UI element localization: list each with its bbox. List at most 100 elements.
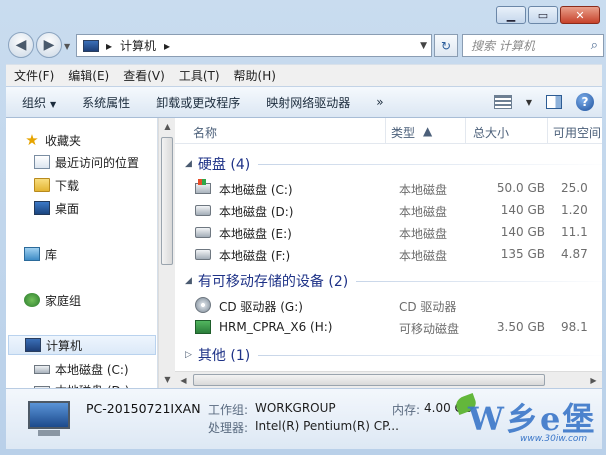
drive-type: 本地磁盘 (399, 227, 448, 241)
scrollbar-thumb[interactable] (161, 137, 173, 265)
more-commands-button[interactable]: » (376, 95, 383, 109)
explorer-window: ▁ ▭ ✕ ◀ ▶ ▼ ▸ 计算机 ▸ ▼ ↻ 搜索 计算机 ⌕ 文件(F) 编… (0, 0, 606, 455)
refresh-icon: ↻ (440, 38, 452, 53)
column-header-type[interactable]: 类型 (391, 124, 415, 141)
group-header-removable-storage[interactable]: ◢ 有可移动存储的设备 (2) (175, 270, 602, 292)
table-row[interactable]: HRM_CPRA_X6 (H:) 可移动磁盘 3.50 GB 98.1 (175, 317, 602, 338)
group-header-hard-disks[interactable]: ◢ 硬盘 (4) (175, 153, 602, 175)
menu-help[interactable]: 帮助(H) (234, 67, 276, 84)
drive-icon (195, 249, 211, 260)
preview-pane-icon[interactable] (546, 95, 562, 109)
command-bar: 组织 ▼ 系统属性 卸载或更改程序 映射网络驱动器 » ▼ ? (6, 86, 602, 118)
drive-icon (34, 364, 50, 374)
column-divider[interactable] (547, 118, 548, 144)
menu-file[interactable]: 文件(F) (14, 67, 54, 84)
address-bar[interactable]: ▸ 计算机 ▸ ▼ (76, 34, 432, 57)
sidebar-item-label: 计算机 (46, 338, 83, 353)
workgroup-value: WORKGROUP (255, 401, 336, 415)
system-drive-icon (195, 179, 211, 194)
sidebar-item-homegroup[interactable]: 家庭组 (24, 290, 81, 310)
back-arrow-icon: ◀ (15, 37, 27, 53)
sidebar-item-recent-places[interactable]: 最近访问的位置 (34, 152, 139, 172)
sidebar-item-desktop[interactable]: 桌面 (34, 198, 79, 218)
drive-name: HRM_CPRA_X6 (H:) (219, 320, 333, 334)
group-divider (258, 354, 602, 356)
view-options-dropdown-icon[interactable]: ▼ (526, 98, 532, 107)
column-divider[interactable] (465, 118, 466, 144)
recent-pages-dropdown[interactable]: ▼ (64, 42, 70, 51)
main-area: ★ 收藏夹 最近访问的位置 下载 桌面 库 家庭组 计算机 本地磁盘 (C:) … (6, 118, 602, 398)
navigation-row: ◀ ▶ ▼ ▸ 计算机 ▸ ▼ ↻ 搜索 计算机 ⌕ (6, 30, 604, 58)
minimize-icon: ▁ (506, 8, 516, 22)
menu-tools[interactable]: 工具(T) (179, 67, 220, 84)
downloads-folder-icon (34, 178, 50, 192)
drive-name: CD 驱动器 (G:) (219, 300, 303, 314)
uninstall-program-button[interactable]: 卸载或更改程序 (156, 94, 240, 111)
address-dropdown-icon[interactable]: ▼ (420, 41, 427, 51)
search-placeholder: 搜索 计算机 (471, 39, 535, 53)
sidebar-item-libraries[interactable]: 库 (24, 244, 57, 264)
scroll-up-icon[interactable]: ▲ (159, 118, 176, 135)
column-header-row: 名称 ▲ 类型 总大小 可用空间 (175, 118, 602, 144)
workgroup-label: 工作组: (208, 403, 249, 417)
map-network-drive-button[interactable]: 映射网络驱动器 (266, 94, 350, 111)
change-view-icon[interactable] (493, 95, 512, 109)
organize-label: 组织 (22, 95, 47, 110)
menu-edit[interactable]: 编辑(E) (68, 67, 109, 84)
file-list-horizontal-scrollbar[interactable]: ◀ ▶ (175, 371, 602, 388)
back-button[interactable]: ◀ (8, 32, 34, 58)
breadcrumb-separator[interactable]: ▸ (106, 39, 112, 53)
scroll-left-icon[interactable]: ◀ (175, 372, 192, 389)
desktop-icon (34, 201, 50, 215)
forward-button[interactable]: ▶ (36, 32, 62, 58)
group-title: 其他 (1) (197, 348, 251, 364)
collapse-icon[interactable]: ◢ (185, 159, 192, 169)
expand-icon[interactable]: ▷ (185, 350, 192, 360)
table-row[interactable]: 本地磁盘 (F:) 本地磁盘 135 GB 4.87 (175, 244, 602, 265)
help-icon[interactable]: ? (576, 93, 594, 111)
column-header-free-space[interactable]: 可用空间 (553, 124, 601, 141)
search-icon[interactable]: ⌕ (591, 38, 598, 53)
drive-free-space: 11.1 (561, 225, 588, 239)
scroll-right-icon[interactable]: ▶ (585, 372, 602, 389)
caption-buttons: ▁ ▭ ✕ (496, 6, 600, 24)
sidebar-item-downloads[interactable]: 下载 (34, 175, 79, 195)
view-controls: ▼ ? (493, 93, 594, 111)
memory-label: 内存: (392, 403, 421, 417)
scrollbar-thumb[interactable] (193, 374, 545, 386)
column-header-total-size[interactable]: 总大小 (473, 124, 509, 141)
computer-icon (25, 338, 41, 352)
group-header-other[interactable]: ▷ 其他 (1) (175, 344, 602, 366)
drive-free-space: 1.20 (561, 203, 588, 217)
column-divider[interactable] (385, 118, 386, 144)
table-row[interactable]: CD 驱动器 (G:) CD 驱动器 (175, 295, 602, 316)
scroll-down-icon[interactable]: ▼ (159, 371, 176, 388)
drive-name: 本地磁盘 (F:) (219, 249, 291, 263)
refresh-button[interactable]: ↻ (434, 34, 458, 57)
table-row[interactable]: 本地磁盘 (C:) 本地磁盘 50.0 GB 25.0 (175, 178, 602, 199)
organize-button[interactable]: 组织 ▼ (22, 94, 56, 111)
computer-large-icon (24, 399, 74, 439)
breadcrumb-separator[interactable]: ▸ (164, 39, 170, 53)
table-row[interactable]: 本地磁盘 (D:) 本地磁盘 140 GB 1.20 (175, 200, 602, 221)
column-header-name[interactable]: 名称 (193, 124, 217, 141)
maximize-button[interactable]: ▭ (528, 6, 558, 24)
collapse-icon[interactable]: ◢ (185, 276, 192, 286)
menu-view[interactable]: 查看(V) (123, 67, 165, 84)
close-button[interactable]: ✕ (560, 6, 600, 24)
drive-total-size: 3.50 GB (496, 320, 545, 334)
site-watermark: W乡e堡 www.30iw.com (450, 392, 600, 450)
table-row[interactable]: 本地磁盘 (E:) 本地磁盘 140 GB 11.1 (175, 222, 602, 243)
sidebar-item-label: 桌面 (55, 201, 80, 216)
drive-icon (195, 205, 211, 216)
system-properties-button[interactable]: 系统属性 (82, 94, 130, 111)
sidebar-item-computer[interactable]: 计算机 (8, 335, 156, 355)
group-title: 有可移动存储的设备 (2) (197, 274, 349, 290)
breadcrumb-computer[interactable]: 计算机 (120, 37, 156, 54)
sidebar-item-drive-c[interactable]: 本地磁盘 (C:) (34, 359, 129, 379)
sidebar-item-favorites[interactable]: ★ 收藏夹 (24, 130, 81, 150)
navigation-pane-scrollbar[interactable]: ▲ ▼ (158, 118, 175, 388)
minimize-button[interactable]: ▁ (496, 6, 526, 24)
group-divider (356, 280, 602, 282)
search-input[interactable]: 搜索 计算机 ⌕ (462, 34, 604, 57)
